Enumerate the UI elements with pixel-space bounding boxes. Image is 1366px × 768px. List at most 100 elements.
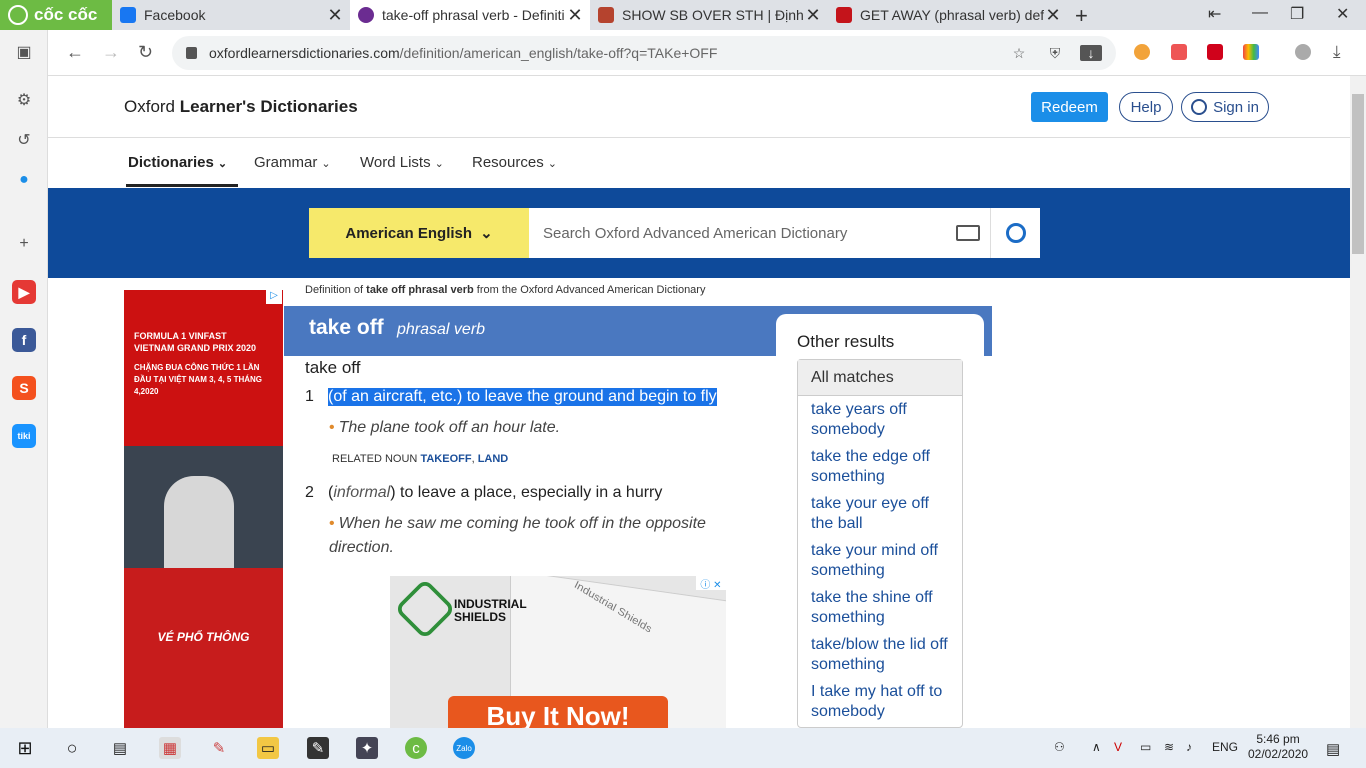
shield-icon[interactable]: ⛨ — [1044, 45, 1066, 62]
chevron-down-icon: ⌄ — [480, 225, 493, 242]
sense-number: 1 — [305, 388, 314, 405]
facebook-shortcut-icon[interactable]: f — [12, 328, 36, 352]
sense-definition: to leave a place, especially in a hurry — [395, 484, 663, 501]
related-link-takeoff[interactable]: TAKEOFF — [420, 453, 471, 465]
browser-tab-bar: cốc cốc Facebook ✕ take-off phrasal verb… — [0, 0, 1366, 30]
file-explorer-icon[interactable]: ▭ — [257, 737, 279, 759]
close-tab-icon[interactable]: ✕ — [326, 5, 344, 26]
tab-show-sb-over[interactable]: SHOW SB OVER STH | Định ng ✕ — [590, 0, 828, 30]
related-link-land[interactable]: LAND — [478, 453, 509, 465]
bookmark-star-icon[interactable]: ☆ — [1008, 45, 1030, 62]
tab-get-away[interactable]: GET AWAY (phrasal verb) defi ✕ — [828, 0, 1068, 30]
wifi-icon[interactable]: ≋ — [1164, 740, 1174, 754]
new-tab-plus-icon[interactable]: + — [1075, 3, 1088, 29]
close-window-icon[interactable]: ✕ — [1336, 4, 1349, 24]
tab-search-icon[interactable]: ⇤ — [1208, 4, 1221, 24]
keyboard-icon[interactable] — [956, 225, 980, 241]
scrollbar-thumb[interactable] — [1352, 94, 1364, 254]
windows-taskbar: ⊞ ○ ▤ ▦ ✎ ▭ ✎ ✦ c Zalo ⚇ ∧ V ▭ ≋ ♪ ENG 5… — [0, 728, 1366, 768]
extension-red-icon[interactable] — [1207, 44, 1223, 60]
download-page-icon[interactable]: ↓ — [1080, 45, 1102, 61]
minimize-icon[interactable]: — — [1252, 4, 1268, 22]
restore-icon[interactable]: ❐ — [1290, 4, 1304, 24]
task-view-icon[interactable]: ▤ — [109, 737, 131, 759]
reload-icon[interactable]: ↻ — [138, 42, 153, 63]
settings-gear-icon[interactable]: ⚙ — [12, 88, 36, 112]
downloads-icon[interactable]: ⤓ — [1333, 42, 1341, 62]
browser-brand-logo[interactable]: cốc cốc — [0, 0, 112, 30]
menu-resources[interactable]: Resources ⌄ — [472, 154, 557, 171]
youtube-icon[interactable]: ▶ — [12, 280, 36, 304]
profile-avatar[interactable] — [1295, 44, 1311, 60]
people-icon[interactable]: ⚇ — [1054, 740, 1065, 754]
site-logo[interactable]: Oxford Learner's Dictionaries — [124, 97, 358, 117]
match-link[interactable]: take the edge off something — [811, 447, 951, 487]
main-menu: Dictionaries ⌄ Grammar ⌄ Word Lists ⌄ Resou… — [48, 138, 1350, 188]
cortana-search-icon[interactable]: ○ — [61, 737, 83, 759]
close-tab-icon[interactable]: ✕ — [566, 5, 584, 26]
ad-ticket-caption: VÉ PHỔ THÔNG — [157, 630, 250, 644]
tab-take-off[interactable]: take-off phrasal verb - Definiti ✕ — [350, 0, 590, 30]
phrasal-verb-heading: take off — [305, 358, 361, 377]
site-header: Oxford Learner's Dictionaries Redeem Hel… — [48, 76, 1350, 138]
left-advertisement[interactable]: FORMULA 1 VINFAST VIETNAM GRAND PRIX 202… — [124, 290, 283, 728]
menu-grammar[interactable]: Grammar ⌄ — [254, 154, 331, 171]
product-advertisement[interactable]: Industrial Shields INDUSTRIAL SHIELDS Bu… — [390, 576, 726, 728]
tray-chevron-up-icon[interactable]: ∧ — [1092, 740, 1101, 754]
extension-color-icon[interactable] — [1243, 44, 1259, 60]
history-icon[interactable]: ↺ — [12, 128, 36, 152]
tab-facebook[interactable]: Facebook ✕ — [112, 0, 350, 30]
tray-vietkey-icon[interactable]: V — [1114, 740, 1122, 754]
extension-adblock-icon[interactable] — [1171, 44, 1187, 60]
sign-in-button[interactable]: Sign in — [1181, 92, 1269, 122]
match-link[interactable]: take/blow the lid off something — [811, 635, 951, 675]
sidebar-toggle-icon[interactable]: ▣ — [12, 40, 36, 64]
taskbar-snip-icon[interactable]: ✦ — [356, 737, 378, 759]
close-tab-icon[interactable]: ✕ — [1044, 5, 1062, 26]
input-language[interactable]: ENG — [1212, 740, 1238, 754]
adchoices-icon[interactable]: ▷ — [266, 290, 282, 304]
close-tab-icon[interactable]: ✕ — [804, 5, 822, 26]
menu-word-lists[interactable]: Word Lists ⌄ — [360, 154, 444, 171]
battery-icon[interactable]: ▭ — [1140, 740, 1151, 754]
address-bar[interactable]: oxfordlearnersdictionaries.com/definitio… — [172, 36, 1116, 70]
match-link[interactable]: take the shine off something — [811, 588, 951, 628]
menu-dictionaries[interactable]: Dictionaries ⌄ — [128, 154, 227, 171]
system-clock[interactable]: 5:46 pm 02/02/2020 — [1248, 732, 1308, 762]
match-link[interactable]: take your mind off something — [811, 541, 951, 581]
messenger-icon[interactable]: ● — [12, 168, 36, 192]
notifications-icon[interactable]: ▤ — [1326, 740, 1340, 758]
windows-start-icon[interactable]: ⊞ — [14, 737, 36, 759]
dictionary-favicon-icon — [836, 7, 852, 23]
industrial-shields-logo-icon — [394, 578, 456, 640]
help-button[interactable]: Help — [1119, 92, 1173, 122]
volume-icon[interactable]: ♪ — [1186, 740, 1192, 754]
shopee-icon[interactable]: S — [12, 376, 36, 400]
tiki-icon[interactable]: tiki — [12, 424, 36, 448]
match-link[interactable]: take years off somebody — [811, 400, 951, 440]
search-button[interactable] — [990, 208, 1040, 258]
match-link[interactable]: take your eye off the ball — [811, 494, 951, 534]
add-shortcut-icon[interactable]: + — [12, 232, 36, 256]
forward-arrow-icon[interactable]: → — [102, 42, 120, 63]
chevron-down-icon: ⌄ — [547, 158, 557, 170]
taskbar-tools-icon[interactable]: ✎ — [208, 737, 230, 759]
coccoc-taskbar-icon[interactable]: c — [405, 737, 427, 759]
taskbar-notes-icon[interactable]: ✎ — [307, 737, 329, 759]
example-1: • The plane took off an hour late. — [329, 419, 561, 436]
dictionary-select[interactable]: American English ⌄ — [309, 208, 529, 258]
zalo-icon[interactable]: Zalo — [453, 737, 475, 759]
search-input[interactable]: Search Oxford Advanced American Dictiona… — [529, 208, 1040, 258]
match-link[interactable]: I take my hat off to somebody — [811, 682, 951, 722]
taskbar-app-icon[interactable]: ▦ — [159, 737, 181, 759]
back-arrow-icon[interactable]: ← — [66, 42, 84, 63]
adchoices-close-icon[interactable]: ⓘ ✕ — [696, 576, 726, 591]
sense-definition[interactable]: (of an aircraft, etc.) to leave the grou… — [328, 388, 717, 406]
extension-coccoc-icon[interactable] — [1134, 44, 1150, 60]
cambridge-favicon-icon — [598, 7, 614, 23]
redeem-button[interactable]: Redeem — [1031, 92, 1108, 122]
other-results-panel: Other results All matches take years off… — [776, 314, 984, 728]
page-scrollbar[interactable] — [1350, 76, 1366, 728]
all-matches-header[interactable]: All matches — [798, 360, 962, 396]
buy-now-button[interactable]: Buy It Now! — [448, 696, 668, 728]
